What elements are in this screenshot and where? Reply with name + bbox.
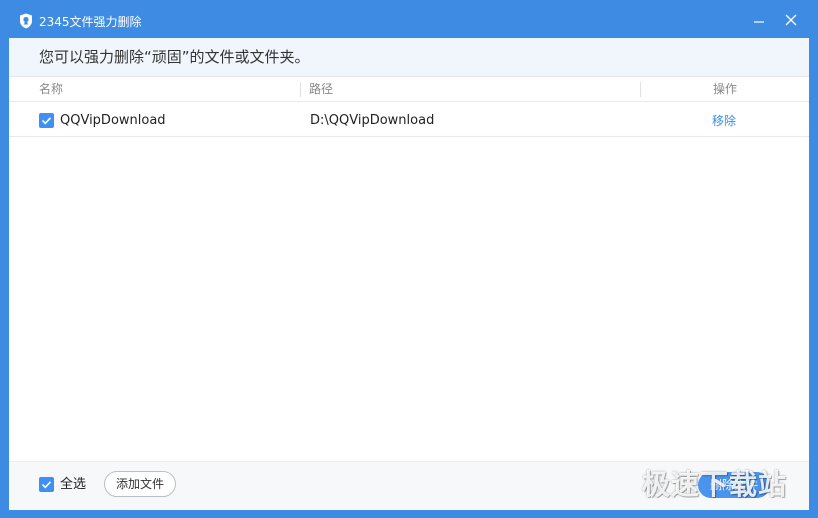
table-row[interactable]: QQVipDownload D:\QQVipDownload 移除 — [9, 103, 809, 137]
column-header-actions: 操作 — [713, 82, 738, 96]
table-header: 名称 路径 操作 — [9, 77, 809, 102]
row-checkbox[interactable] — [39, 113, 54, 128]
select-all-checkbox[interactable] — [39, 477, 54, 492]
select-all-label[interactable]: 全选 — [60, 477, 86, 492]
delete-file-button[interactable]: 删除文件 — [698, 472, 770, 498]
remove-link[interactable]: 移除 — [712, 114, 736, 129]
intro-text: 您可以强力删除“顽固”的文件或文件夹。 — [39, 48, 310, 66]
column-header-name[interactable]: 名称 — [39, 82, 63, 96]
window-title: 2345文件强力删除 — [39, 15, 142, 29]
intro-banner: 您可以强力删除“顽固”的文件或文件夹。 — [9, 38, 809, 77]
column-divider[interactable] — [640, 82, 641, 97]
title-bar[interactable]: 2345文件强力删除 — [0, 0, 818, 38]
file-path: D:\QQVipDownload — [310, 113, 435, 128]
main-panel: 您可以强力删除“顽固”的文件或文件夹。 名称 路径 操作 QQVipDownlo… — [9, 38, 809, 510]
column-divider[interactable] — [300, 82, 301, 97]
close-icon[interactable] — [781, 10, 801, 30]
footer-bar: 全选 添加文件 删除文件 — [9, 461, 809, 510]
minimize-icon[interactable] — [749, 10, 769, 30]
file-name: QQVipDownload — [60, 113, 166, 128]
column-header-path[interactable]: 路径 — [309, 82, 333, 96]
shield-icon — [19, 13, 33, 29]
add-file-button[interactable]: 添加文件 — [104, 471, 176, 497]
